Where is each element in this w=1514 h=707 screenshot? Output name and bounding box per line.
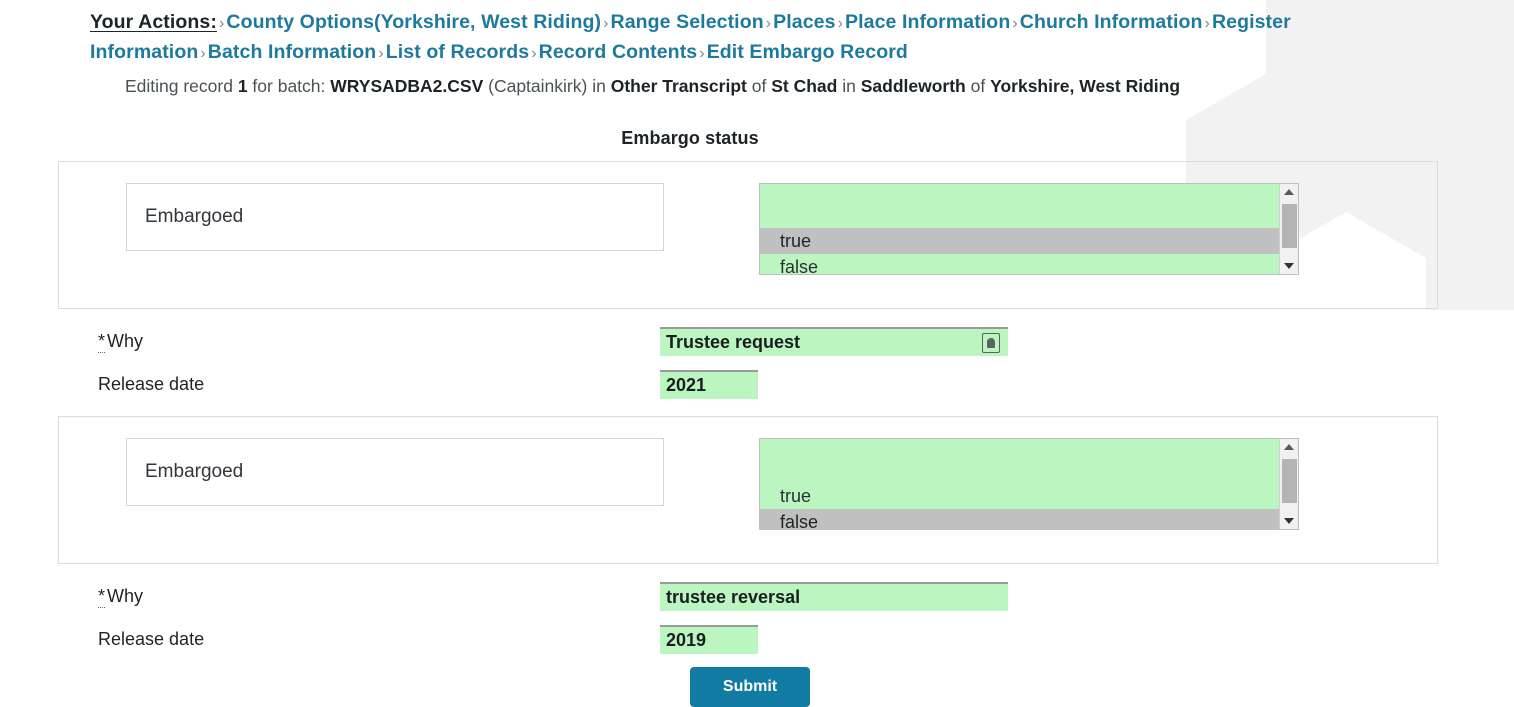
release-date-input-2[interactable]: 2019	[660, 625, 758, 654]
release-date-value-1: 2021	[666, 375, 707, 395]
embargo-status-fieldset-2: Embargoed true false	[58, 416, 1438, 564]
why-label-text-1: Why	[107, 331, 144, 351]
breadcrumb-item-batch-information[interactable]: Batch Information	[208, 41, 377, 63]
scrollbar-thumb-1[interactable]	[1281, 203, 1297, 248]
breadcrumb-separator: ›	[200, 45, 206, 62]
record-context-line: Editing record 1 for batch: WRYSADBA2.CS…	[0, 68, 1305, 98]
release-date-row-2: Release date 2019	[98, 625, 1438, 654]
breadcrumb-separator: ›	[837, 15, 844, 32]
listbox-option-true-2[interactable]: true	[760, 483, 1279, 509]
breadcrumb-item-county-options[interactable]: County Options(Yorkshire, West Riding)	[226, 11, 601, 33]
why-row-1: * Why Trustee request	[98, 327, 1438, 356]
embargoed-label-box-1: Embargoed	[126, 182, 664, 251]
batch-filename: WRYSADBA2.CSV	[330, 76, 484, 96]
listbox-scroll-offset	[760, 439, 1279, 483]
listbox-option-true-1[interactable]: true	[760, 227, 1279, 254]
breadcrumb-item-record-contents[interactable]: Record Contents	[539, 41, 698, 63]
why-input-1[interactable]: Trustee request	[660, 327, 1008, 356]
embargo-status-fieldset-1: Embargoed true false	[58, 161, 1438, 309]
embargoed-label-2: Embargoed	[145, 460, 244, 482]
breadcrumb-separator: ›	[378, 45, 384, 62]
breadcrumb: Your Actions: › County Options(Yorkshire, …	[0, 0, 1390, 68]
breadcrumb-item-list-of-records[interactable]: List of Records	[386, 41, 529, 63]
embargoed-listbox-options-2[interactable]: true false	[760, 438, 1279, 529]
record-line-for-batch: for batch:	[252, 76, 326, 96]
embargoed-listbox-1[interactable]: true false	[759, 182, 1299, 275]
listbox-scrollbar-2[interactable]	[1279, 438, 1299, 529]
embargoed-label-1: Embargoed	[145, 205, 244, 227]
scrollbar-track-2[interactable]	[1280, 455, 1299, 513]
breadcrumb-separator: ›	[531, 45, 537, 62]
why-label-text-2: Why	[107, 586, 144, 606]
why-input-value-2: trustee reversal	[666, 587, 801, 607]
record-line-of-2: of	[970, 76, 986, 96]
record-number: 1	[237, 76, 248, 96]
listbox-scroll-offset	[760, 184, 1279, 228]
why-label-1: * Why	[98, 331, 660, 353]
church-name: St Chad	[771, 76, 838, 96]
county-name: Yorkshire, West Riding	[990, 76, 1181, 96]
embargoed-listbox-options-1[interactable]: true false	[760, 183, 1279, 274]
record-line-of-1: of	[751, 76, 767, 96]
breadcrumb-separator: ›	[218, 15, 225, 32]
record-line-in-1: in	[592, 76, 606, 96]
scroll-down-arrow-icon[interactable]	[1280, 258, 1299, 274]
breadcrumb-your-actions[interactable]: Your Actions:	[90, 11, 217, 33]
scrollbar-track-1[interactable]	[1280, 200, 1299, 258]
scroll-up-arrow-icon[interactable]	[1280, 439, 1299, 455]
required-marker-2: *	[98, 586, 106, 608]
listbox-option-false-2[interactable]: false	[760, 508, 1279, 529]
embargoed-label-box-2: Embargoed	[126, 437, 664, 506]
why-input-2[interactable]: trustee reversal	[660, 582, 1008, 611]
breadcrumb-separator: ›	[1204, 15, 1210, 32]
listbox-scrollbar-1[interactable]	[1279, 183, 1299, 274]
breadcrumb-separator: ›	[765, 15, 772, 32]
autofill-person-icon[interactable]	[982, 332, 1000, 353]
release-date-row-1: Release date 2021	[98, 370, 1438, 399]
batch-username: (Captainkirk)	[488, 76, 588, 96]
breadcrumb-separator: ›	[1012, 15, 1018, 32]
listbox-option-false-1[interactable]: false	[760, 254, 1279, 274]
embargoed-listbox-2[interactable]: true false	[759, 437, 1299, 530]
scrollbar-thumb-2[interactable]	[1281, 458, 1297, 503]
breadcrumb-item-church-information[interactable]: Church Information	[1020, 11, 1203, 33]
release-date-label-1: Release date	[98, 374, 205, 394]
release-date-input-1[interactable]: 2021	[660, 370, 758, 399]
scroll-down-arrow-icon[interactable]	[1280, 513, 1299, 529]
why-row-2: * Why trustee reversal	[98, 582, 1438, 611]
record-line-prefix: Editing record	[124, 76, 233, 96]
required-marker-1: *	[98, 331, 106, 353]
why-input-value-1: Trustee request	[666, 332, 801, 352]
breadcrumb-item-place-information[interactable]: Place Information	[845, 11, 1010, 33]
place-name: Saddleworth	[860, 76, 966, 96]
scroll-up-arrow-icon[interactable]	[1280, 184, 1299, 200]
breadcrumb-item-range-selection[interactable]: Range Selection	[611, 11, 764, 33]
transcript-type: Other Transcript	[610, 76, 747, 96]
submit-button[interactable]: Submit	[690, 667, 810, 707]
page-root: Your Actions: › County Options(Yorkshire, …	[0, 0, 1514, 707]
breadcrumb-item-places[interactable]: Places	[773, 11, 835, 33]
record-line-in-2: in	[842, 76, 856, 96]
release-date-value-2: 2019	[666, 630, 707, 650]
page-title: Embargo status	[621, 128, 759, 148]
why-label-2: * Why	[98, 586, 660, 608]
breadcrumb-separator: ›	[603, 15, 609, 32]
breadcrumb-separator: ›	[699, 45, 705, 62]
breadcrumb-item-edit-embargo-record[interactable]: Edit Embargo Record	[707, 41, 908, 63]
release-date-label-2: Release date	[98, 629, 205, 649]
submit-button-container: Submit	[690, 667, 810, 707]
